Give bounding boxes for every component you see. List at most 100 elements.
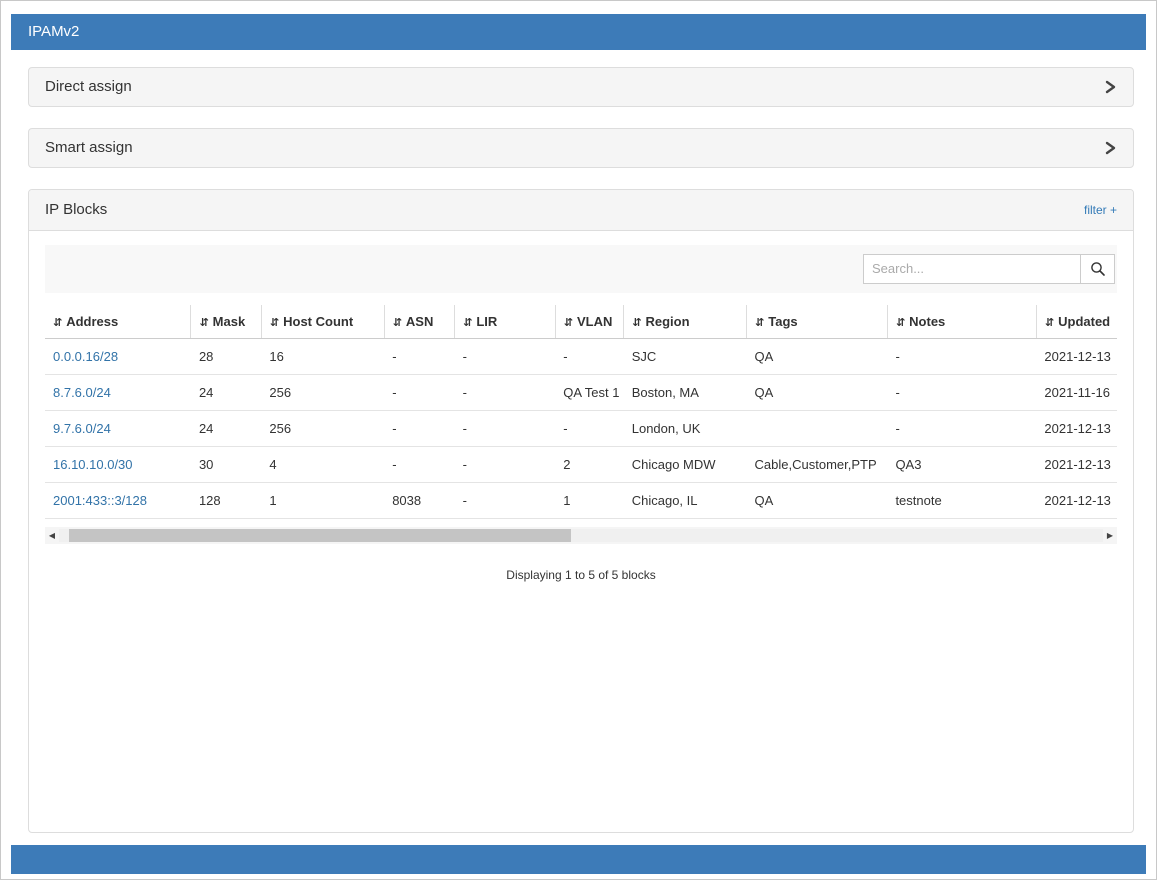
app-footer — [11, 845, 1146, 874]
ip-blocks-panel: IP Blocks filter + — [28, 189, 1134, 833]
cell-notes: QA3 — [887, 446, 1036, 482]
column-header-asn[interactable]: ⇵ ASN — [384, 305, 454, 339]
address-link[interactable]: 8.7.6.0/24 — [53, 385, 111, 400]
cell-address: 2001:433::3/128 — [45, 482, 191, 518]
cell-mask: 28 — [191, 338, 261, 374]
cell-updated: 2021-12-13 — [1036, 482, 1117, 518]
column-header-tags[interactable]: ⇵Tags — [747, 305, 888, 339]
column-header-vlan[interactable]: ⇵ VLAN — [555, 305, 623, 339]
cell-asn: - — [384, 446, 454, 482]
cell-notes: - — [887, 338, 1036, 374]
cell-vlan: 1 — [555, 482, 623, 518]
main-content: Direct assign Smart assign IP Blocks fil… — [1, 50, 1156, 833]
smart-assign-panel[interactable]: Smart assign — [28, 128, 1134, 168]
smart-assign-label: Smart assign — [45, 139, 133, 156]
scroll-left-icon[interactable]: ◀ — [45, 527, 59, 544]
cell-mask: 30 — [191, 446, 261, 482]
cell-region: Boston, MA — [624, 374, 747, 410]
cell-vlan: QA Test 1 — [555, 374, 623, 410]
horizontal-scrollbar[interactable]: ◀ ▶ — [45, 527, 1117, 544]
scrollbar-track[interactable] — [59, 529, 1103, 542]
column-label: ASN — [406, 314, 433, 329]
ip-blocks-heading: IP Blocks filter + — [29, 190, 1133, 231]
column-label: Updated — [1058, 314, 1110, 329]
ip-blocks-table: ⇵ Address ⇵Mask ⇵ Host Count ⇵ ASN ⇵ LIR ⇵ VL… — [45, 305, 1117, 519]
column-header-lir[interactable]: ⇵ LIR — [455, 305, 556, 339]
scroll-right-icon[interactable]: ▶ — [1103, 527, 1117, 544]
cell-updated: 2021-11-16 — [1036, 374, 1117, 410]
filter-link[interactable]: filter + — [1084, 203, 1117, 217]
table-row: 0.0.0.16/28 28 16 - - - SJC QA - 2021-12… — [45, 338, 1117, 374]
app-title: IPAMv2 — [28, 23, 79, 40]
cell-notes: testnote — [887, 482, 1036, 518]
column-label: Address — [66, 314, 118, 329]
cell-address: 8.7.6.0/24 — [45, 374, 191, 410]
sort-icon: ⇵ — [393, 316, 402, 329]
column-label: VLAN — [577, 314, 612, 329]
cell-tags — [747, 410, 888, 446]
table-summary: Displaying 1 to 5 of 5 blocks — [45, 568, 1117, 582]
table-row: 8.7.6.0/24 24 256 - - QA Test 1 Boston, … — [45, 374, 1117, 410]
column-label: Notes — [909, 314, 945, 329]
app-header: IPAMv2 — [11, 14, 1146, 50]
cell-tags: QA — [747, 374, 888, 410]
table-row: 9.7.6.0/24 24 256 - - - London, UK - 202… — [45, 410, 1117, 446]
cell-mask: 24 — [191, 410, 261, 446]
column-header-region[interactable]: ⇵ Region — [624, 305, 747, 339]
cell-updated: 2021-12-13 — [1036, 446, 1117, 482]
direct-assign-panel[interactable]: Direct assign — [28, 67, 1134, 107]
column-header-notes[interactable]: ⇵ Notes — [887, 305, 1036, 339]
address-link[interactable]: 16.10.10.0/30 — [53, 457, 133, 472]
search-button[interactable] — [1081, 254, 1115, 284]
direct-assign-label: Direct assign — [45, 78, 132, 95]
cell-lir: - — [455, 410, 556, 446]
table-row: 2001:433::3/128 128 1 8038 - 1 Chicago, … — [45, 482, 1117, 518]
cell-address: 9.7.6.0/24 — [45, 410, 191, 446]
cell-notes: - — [887, 410, 1036, 446]
ip-blocks-body: ⇵ Address ⇵Mask ⇵ Host Count ⇵ ASN ⇵ LIR ⇵ VL… — [29, 231, 1133, 832]
table-toolbar — [45, 245, 1117, 293]
chevron-right-icon[interactable] — [1103, 140, 1117, 156]
cell-asn: - — [384, 374, 454, 410]
column-label: LIR — [476, 314, 497, 329]
table-row: 16.10.10.0/30 30 4 - - 2 Chicago MDW Cab… — [45, 446, 1117, 482]
page: IPAMv2 Direct assign Smart assign IP Blo… — [0, 0, 1157, 880]
cell-vlan: - — [555, 338, 623, 374]
cell-vlan: 2 — [555, 446, 623, 482]
cell-lir: - — [455, 374, 556, 410]
cell-notes: - — [887, 374, 1036, 410]
search-input[interactable] — [863, 254, 1081, 284]
cell-asn: 8038 — [384, 482, 454, 518]
cell-region: Chicago, IL — [624, 482, 747, 518]
cell-vlan: - — [555, 410, 623, 446]
ip-blocks-title: IP Blocks — [45, 201, 107, 218]
scrollbar-thumb[interactable] — [69, 529, 570, 542]
cell-host-count: 256 — [261, 374, 384, 410]
chevron-right-icon[interactable] — [1103, 79, 1117, 95]
sort-icon: ⇵ — [632, 316, 641, 329]
column-header-updated[interactable]: ⇵Updated — [1036, 305, 1117, 339]
sort-icon: ⇵ — [896, 316, 905, 329]
sort-icon: ⇵ — [53, 316, 62, 329]
search-icon — [1090, 261, 1106, 277]
cell-lir: - — [455, 482, 556, 518]
address-link[interactable]: 2001:433::3/128 — [53, 493, 147, 508]
table-header-row: ⇵ Address ⇵Mask ⇵ Host Count ⇵ ASN ⇵ LIR ⇵ VL… — [45, 305, 1117, 339]
cell-updated: 2021-12-13 — [1036, 410, 1117, 446]
column-label: Host Count — [283, 314, 353, 329]
cell-asn: - — [384, 410, 454, 446]
cell-mask: 128 — [191, 482, 261, 518]
address-link[interactable]: 9.7.6.0/24 — [53, 421, 111, 436]
column-header-address[interactable]: ⇵ Address — [45, 305, 191, 339]
column-header-host-count[interactable]: ⇵ Host Count — [261, 305, 384, 339]
sort-icon: ⇵ — [463, 316, 472, 329]
cell-lir: - — [455, 338, 556, 374]
sort-icon: ⇵ — [270, 316, 279, 329]
sort-icon: ⇵ — [564, 316, 573, 329]
cell-host-count: 256 — [261, 410, 384, 446]
column-label: Region — [645, 314, 689, 329]
cell-region: SJC — [624, 338, 747, 374]
cell-asn: - — [384, 338, 454, 374]
column-header-mask[interactable]: ⇵Mask — [191, 305, 261, 339]
address-link[interactable]: 0.0.0.16/28 — [53, 349, 118, 364]
